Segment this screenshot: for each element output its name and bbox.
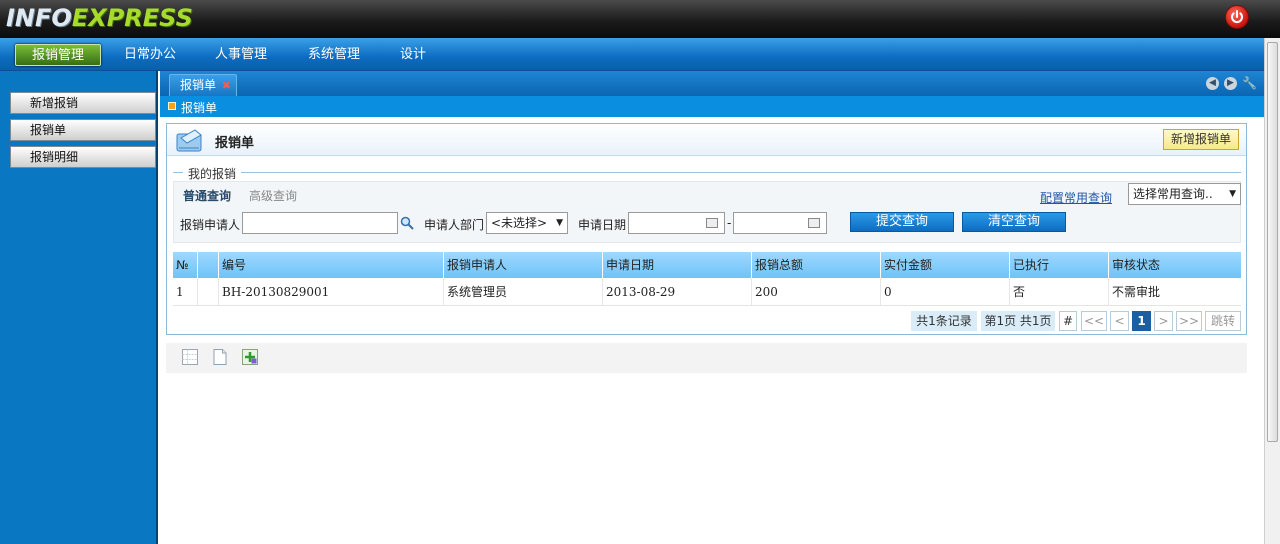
column-header-code[interactable]: 编号 — [218, 252, 443, 278]
menu-item-expense[interactable]: 报销管理 — [15, 44, 101, 66]
tab-normal-query[interactable]: 普通查询 — [183, 187, 231, 204]
table-row[interactable]: 1 BH-20130829001 系统管理员 2013-08-29 200 0 … — [173, 278, 1241, 306]
fieldset-legend: 我的报销 — [183, 165, 242, 182]
saved-query-select[interactable]: 选择常用查询.. ▼ — [1128, 183, 1241, 205]
calendar-icon[interactable] — [706, 218, 718, 228]
main-menu-bar: 报销管理 日常办公 人事管理 系统管理 设计 — [0, 38, 1264, 71]
grid-icon[interactable] — [181, 348, 199, 366]
chevron-down-icon: ▼ — [1229, 189, 1236, 199]
sidebar-item-expense-detail[interactable]: 报销明细 — [10, 146, 156, 168]
new-expense-button[interactable]: 新增报销单 — [1163, 129, 1239, 150]
cell-code[interactable]: BH-20130829001 — [218, 278, 443, 305]
column-header-status[interactable]: 审核状态 — [1108, 252, 1241, 278]
panel-title: 报销单 — [215, 136, 255, 151]
top-bar: INFOEXPRESS — [0, 0, 1280, 38]
query-panel: 普通查询 高级查询 配置常用查询 选择常用查询.. ▼ 报销申请人 申请人部门 … — [173, 181, 1241, 243]
circle-left-icon[interactable]: ◀ — [1206, 77, 1219, 90]
date-from-input[interactable] — [628, 212, 725, 234]
logo-text-express: EXPRESS — [71, 4, 193, 32]
bottom-toolbar — [166, 343, 1247, 373]
cell-mark — [197, 278, 218, 305]
date-separator: - — [727, 216, 732, 230]
menu-item-office[interactable]: 日常办公 — [116, 44, 184, 66]
page-scrollbar[interactable] — [1264, 38, 1280, 544]
pager-next-button[interactable]: > — [1154, 311, 1173, 331]
dept-select-value: <未选择> — [491, 216, 548, 230]
close-icon[interactable]: ✖ — [222, 75, 231, 96]
pager-page-info: 第1页 共1页 — [981, 311, 1055, 331]
pager-last-button[interactable]: >> — [1176, 311, 1202, 331]
tab-expense-form[interactable]: 报销单 ✖ — [169, 74, 237, 96]
left-sidebar: 新增报销 报销单 报销明细 — [0, 71, 158, 544]
content-area: 报销单 ✖ ◀ ▶ 🔧 报销单 报销单 新增报销单 我的报销 普通查询 高级查询… — [160, 71, 1264, 544]
dept-select[interactable]: <未选择> ▼ — [486, 212, 568, 234]
cell-status: 不需审批 — [1108, 278, 1241, 305]
wrench-icon[interactable]: 🔧 — [1242, 77, 1257, 90]
column-header-executed[interactable]: 已执行 — [1009, 252, 1108, 278]
date-to-input[interactable] — [733, 212, 827, 234]
tab-label: 报销单 — [180, 78, 217, 92]
tab-advanced-query[interactable]: 高级查询 — [249, 187, 297, 204]
cell-total: 200 — [751, 278, 880, 305]
circle-right-icon[interactable]: ▶ — [1224, 77, 1237, 90]
power-icon[interactable] — [1225, 5, 1249, 29]
pager-current-page[interactable]: 1 — [1132, 311, 1151, 331]
pager-prev-button[interactable]: < — [1110, 311, 1129, 331]
pager-jump-button[interactable]: 跳转 — [1205, 311, 1241, 331]
saved-query-value: 选择常用查询.. — [1133, 187, 1213, 201]
applicant-input[interactable] — [242, 212, 398, 234]
date-label: 申请日期 — [578, 218, 627, 232]
calendar-icon[interactable] — [808, 218, 820, 228]
search-icon[interactable] — [400, 216, 414, 233]
dept-label: 申请人部门 — [424, 218, 485, 232]
clear-query-button[interactable]: 清空查询 — [962, 212, 1066, 232]
column-header-no[interactable]: № — [173, 252, 197, 278]
table-header-row: № 编号 报销申请人 申请日期 报销总额 实付金额 已执行 审核状态 — [173, 252, 1241, 278]
sidebar-item-expense-form[interactable]: 报销单 — [10, 119, 156, 141]
submit-query-button[interactable]: 提交查询 — [850, 212, 954, 232]
page-icon[interactable] — [211, 348, 229, 366]
config-query-link[interactable]: 配置常用查询 — [1040, 189, 1112, 206]
menu-item-hr[interactable]: 人事管理 — [207, 44, 275, 66]
cell-applicant: 系统管理员 — [443, 278, 602, 305]
square-bullet-icon — [168, 102, 176, 110]
cell-paid: 0 — [880, 278, 1009, 305]
column-header-mark[interactable] — [197, 252, 218, 278]
logo-text-info: INFO — [6, 4, 72, 32]
panel-header: 报销单 新增报销单 — [167, 124, 1246, 156]
pager-first-button[interactable]: << — [1081, 311, 1107, 331]
cell-no: 1 — [176, 285, 184, 299]
menu-item-design[interactable]: 设计 — [394, 44, 432, 66]
menu-item-system[interactable]: 系统管理 — [300, 44, 368, 66]
chevron-down-icon: ▼ — [556, 218, 563, 228]
sidebar-item-new-expense[interactable]: 新增报销 — [10, 92, 156, 114]
expense-panel: 报销单 新增报销单 我的报销 普通查询 高级查询 配置常用查询 选择常用查询..… — [166, 123, 1247, 335]
add-column-icon[interactable] — [241, 348, 259, 366]
column-header-date[interactable]: 申请日期 — [602, 252, 751, 278]
breadcrumb-current: 报销单 — [181, 101, 218, 115]
pager-total-records: 共1条记录 — [911, 311, 977, 331]
cell-date: 2013-08-29 — [602, 278, 751, 305]
column-header-paid[interactable]: 实付金额 — [880, 252, 1009, 278]
applicant-label: 报销申请人 — [180, 218, 241, 232]
tab-bar: 报销单 ✖ ◀ ▶ 🔧 — [160, 71, 1264, 96]
app-logo: INFOEXPRESS — [6, 4, 193, 32]
column-header-total[interactable]: 报销总额 — [751, 252, 880, 278]
breadcrumb: 报销单 — [160, 96, 1264, 117]
scrollbar-thumb[interactable] — [1267, 42, 1278, 442]
pager: 共1条记录 第1页 共1页 # << < 1 > >> 跳转 — [173, 311, 1241, 331]
pager-hash[interactable]: # — [1059, 311, 1077, 331]
document-pen-icon — [173, 126, 207, 157]
cell-executed: 否 — [1009, 278, 1108, 305]
column-header-applicant[interactable]: 报销申请人 — [443, 252, 602, 278]
